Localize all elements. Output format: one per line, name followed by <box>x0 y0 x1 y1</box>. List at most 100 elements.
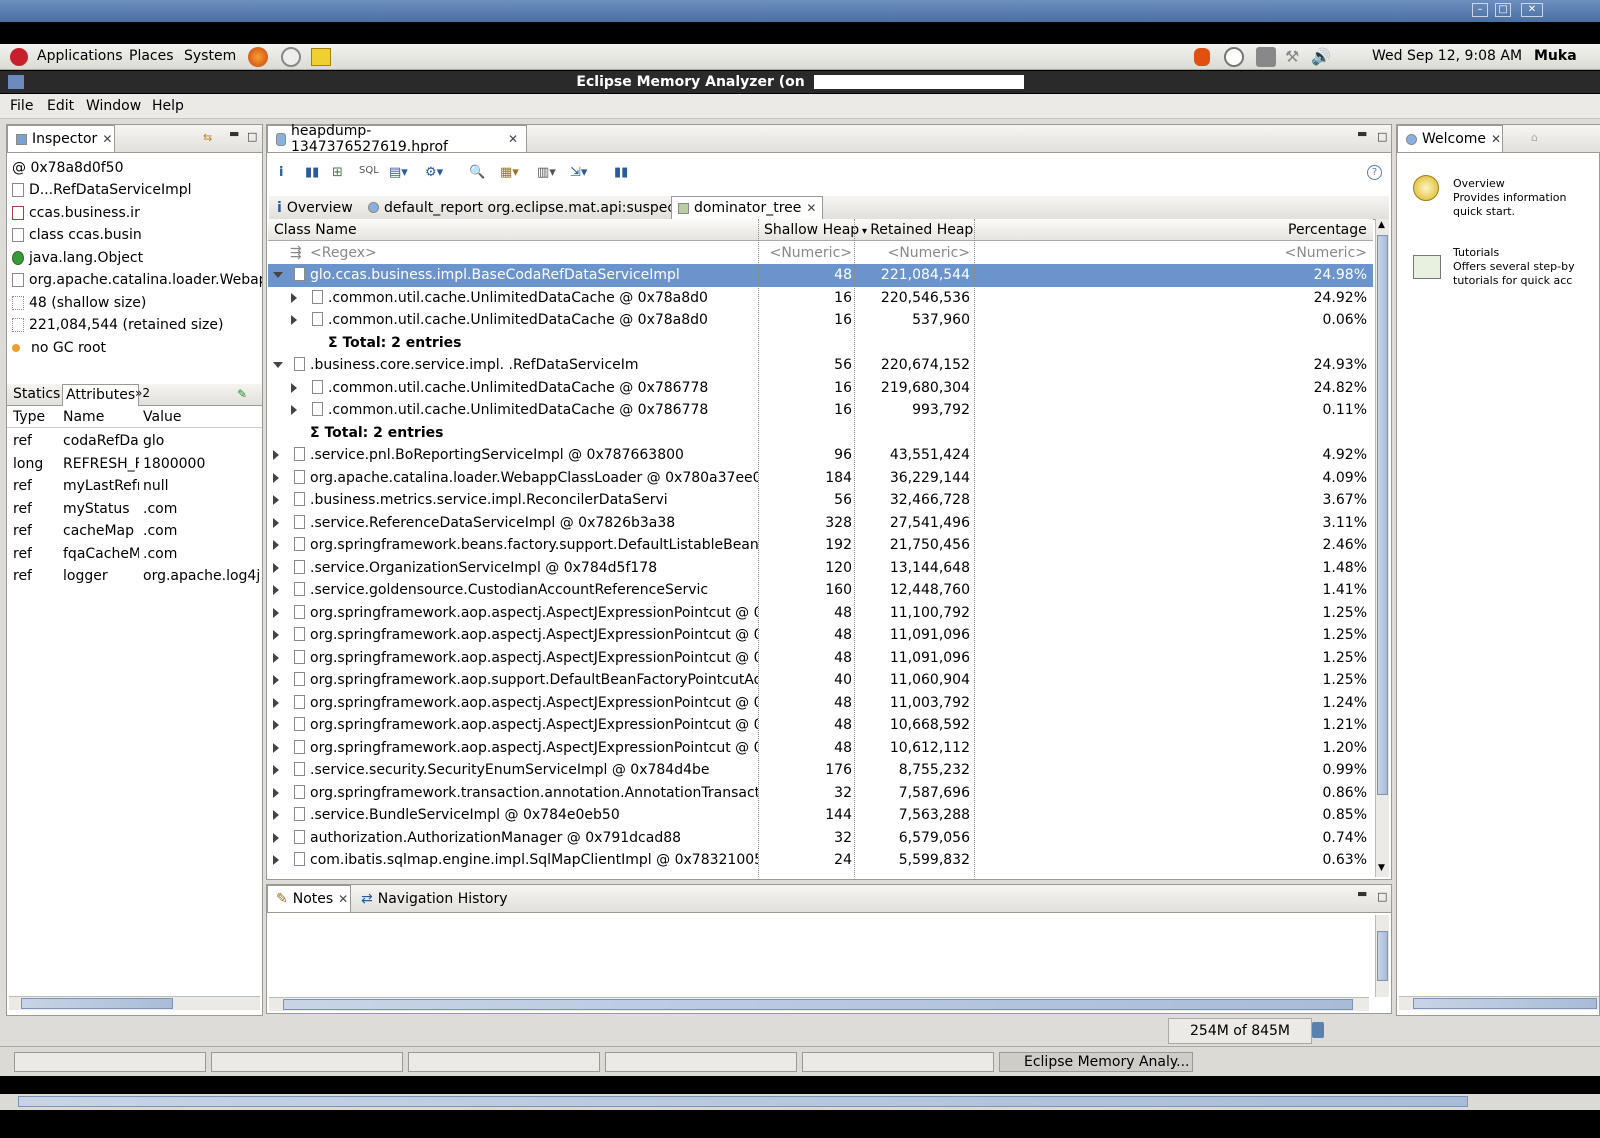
table-row[interactable]: authorization.AuthorizationManager @ 0x7… <box>268 827 1373 850</box>
table-row[interactable]: .service.BundleServiceImpl @ 0x784e0eb50… <box>268 804 1373 827</box>
expand-icon[interactable] <box>273 832 279 843</box>
expand-icon[interactable] <box>273 720 279 730</box>
menu-window[interactable]: Window <box>86 98 141 114</box>
col-percentage[interactable]: Percentage <box>1288 222 1367 238</box>
tab-statics[interactable]: Statics <box>13 386 60 402</box>
table-row[interactable]: org.springframework.aop.aspectj.AspectJE… <box>268 647 1373 670</box>
query-browser-icon[interactable]: ▤▾ <box>389 165 408 180</box>
alert-icon[interactable] <box>1194 48 1210 66</box>
inspector-class-name[interactable]: D...RefDataServiceImpl <box>12 179 262 201</box>
expand-icon[interactable] <box>291 382 297 393</box>
help-icon[interactable]: ? <box>1367 165 1382 180</box>
user-name[interactable]: Muka <box>1534 48 1577 64</box>
notes-textarea[interactable] <box>269 915 1373 997</box>
table-row[interactable]: .common.util.cache.UnlimitedDataCache @ … <box>268 309 1373 332</box>
close-icon[interactable]: ✕ <box>806 201 816 215</box>
notes-icon[interactable] <box>311 48 331 66</box>
scroll-thumb[interactable] <box>1377 931 1388 981</box>
expand-icon[interactable] <box>273 765 279 775</box>
attr-row[interactable]: ref cacheMap .com <box>7 520 262 542</box>
expand-icon[interactable] <box>273 495 279 505</box>
info-icon[interactable]: i <box>279 165 283 180</box>
inspector-shallow-size[interactable]: 48 (shallow size) <box>12 292 262 314</box>
expand-icon[interactable] <box>273 630 279 640</box>
close-icon[interactable]: ✕ <box>338 892 348 906</box>
table-row[interactable]: glo.ccas.business.impl.BaseCodaRefDataSe… <box>268 264 1373 287</box>
inspector-package[interactable]: ccas.business.ir <box>12 202 262 224</box>
tab-overflow[interactable]: »2 <box>135 386 150 400</box>
histogram-icon[interactable]: ▮▮ <box>305 165 319 180</box>
tools-icon[interactable]: ⚒ <box>1285 47 1303 67</box>
attr-row[interactable]: ref fqaCacheM .com <box>7 543 262 565</box>
table-row[interactable]: .common.util.cache.UnlimitedDataCache @ … <box>268 377 1373 400</box>
table-row[interactable]: org.springframework.aop.aspectj.AspectJE… <box>268 624 1373 647</box>
expand-icon[interactable] <box>273 652 279 663</box>
tab-default-report[interactable]: default_report org.eclipse.mat.api:suspe… <box>362 196 694 219</box>
export-icon[interactable]: ⇲▾ <box>570 165 587 180</box>
table-row[interactable]: Σ Total: 2 entries <box>268 422 1373 445</box>
table-row[interactable]: org.springframework.transaction.annotati… <box>268 782 1373 805</box>
tab-navigation-history[interactable]: ⇄ Navigation History <box>353 885 516 912</box>
table-row[interactable]: .common.util.cache.UnlimitedDataCache @ … <box>268 399 1373 422</box>
inspector-classloader[interactable]: org.apache.catalina.loader.WebappC <box>12 269 262 291</box>
notes-hscroll[interactable] <box>269 997 1369 1011</box>
editor-vscroll[interactable]: ▲ ▼ <box>1375 219 1389 877</box>
calculate-icon[interactable]: ▮▮ <box>614 165 628 180</box>
trash-icon[interactable] <box>1312 1022 1324 1038</box>
welcome-overview[interactable]: Overview Provides information quick star… <box>1453 177 1566 219</box>
table-row[interactable]: .service.pnl.BoReportingServiceImpl @ 0x… <box>268 444 1373 467</box>
table-row[interactable]: org.springframework.aop.aspectj.AspectJE… <box>268 692 1373 715</box>
inspector-class[interactable]: class ccas.busin <box>12 224 262 246</box>
filter-retained[interactable]: <Numeric> <box>856 245 970 261</box>
menu-places[interactable]: Places <box>129 48 174 64</box>
scroll-thumb[interactable] <box>18 1096 1468 1107</box>
mail-icon[interactable] <box>281 47 301 67</box>
table-row[interactable]: org.springframework.aop.support.DefaultB… <box>268 669 1373 692</box>
task-window-4[interactable] <box>605 1052 797 1072</box>
inspector-address[interactable]: @ 0x78a8d0f50 <box>12 157 262 179</box>
welcome-tutorials[interactable]: Tutorials Offers several step-by tutoria… <box>1453 246 1575 288</box>
expand-icon[interactable] <box>273 787 279 798</box>
table-row[interactable]: org.springframework.aop.aspectj.AspectJE… <box>268 737 1373 760</box>
tab-notes[interactable]: ✎ Notes ✕ <box>267 885 351 912</box>
expand-icon[interactable] <box>273 742 279 753</box>
collapse-icon[interactable] <box>273 362 283 368</box>
col-class-name[interactable]: Class Name <box>274 222 357 238</box>
inspector-hscroll[interactable] <box>9 996 260 1010</box>
inspector-retained-size[interactable]: 221,084,544 (retained size) <box>12 314 262 336</box>
expand-icon[interactable] <box>273 607 279 618</box>
table-row[interactable]: org.springframework.beans.factory.suppor… <box>268 534 1373 557</box>
group-icon[interactable]: ▦▾ <box>500 165 519 180</box>
task-window-3[interactable] <box>408 1052 600 1072</box>
attr-row[interactable]: ref myStatus .com <box>7 498 262 520</box>
task-memory-analyzer[interactable]: Eclipse Memory Analy... <box>999 1052 1193 1072</box>
expand-icon[interactable] <box>291 315 297 325</box>
maximize-icon[interactable]: □ <box>1377 130 1387 143</box>
filter-regex[interactable]: <Regex> <box>310 245 377 261</box>
collapse-icon[interactable] <box>273 272 283 278</box>
scroll-thumb[interactable] <box>21 998 173 1009</box>
heap-status[interactable]: 254M of 845M <box>1168 1018 1312 1044</box>
notes-vscroll[interactable] <box>1375 915 1389 997</box>
scroll-thumb[interactable] <box>1377 235 1388 795</box>
table-row[interactable]: org.apache.catalina.loader.WebappClassLo… <box>268 467 1373 490</box>
maximize-icon[interactable]: □ <box>1377 890 1387 903</box>
redhat-icon[interactable] <box>10 48 28 66</box>
link-icon[interactable]: ⇆ <box>203 131 212 144</box>
expand-icon[interactable] <box>273 810 279 820</box>
attr-header-type[interactable]: Type <box>13 409 45 425</box>
minimize-icon[interactable]: ▬ <box>1357 127 1367 140</box>
tab-dominator-tree[interactable]: dominator_tree ✕ <box>671 196 824 219</box>
attr-header-value[interactable]: Value <box>143 409 181 425</box>
desktop-hscroll[interactable] <box>0 1094 1600 1110</box>
clock-icon[interactable] <box>1224 47 1244 67</box>
heapdump-overview-icon[interactable]: ⚙▾ <box>425 165 443 180</box>
menu-help[interactable]: Help <box>152 98 184 114</box>
expand-icon[interactable] <box>273 697 279 708</box>
scroll-thumb[interactable] <box>1413 998 1597 1009</box>
expand-icon[interactable] <box>273 540 279 550</box>
table-row[interactable]: org.springframework.aop.aspectj.AspectJE… <box>268 602 1373 625</box>
menu-edit[interactable]: Edit <box>47 98 74 114</box>
table-row[interactable]: .service.ReferenceDataServiceImpl @ 0x78… <box>268 512 1373 535</box>
tab-overview[interactable]: i Overview <box>271 196 359 219</box>
